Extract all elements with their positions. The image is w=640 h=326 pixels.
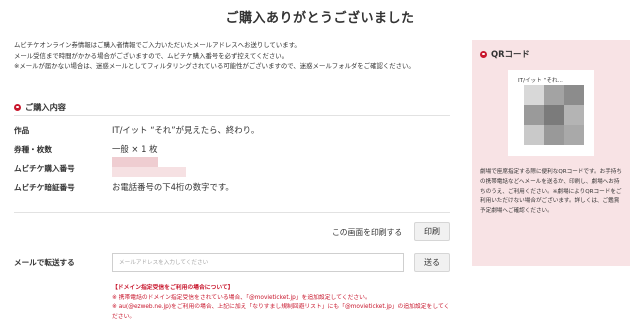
print-button[interactable]: 印刷 — [414, 222, 450, 241]
qr-card: IT/イット “それ... — [508, 70, 594, 156]
qr-code-image — [524, 85, 584, 145]
qr-cell — [564, 125, 584, 145]
print-label: この画面を印刷する — [332, 228, 403, 237]
qr-cell — [544, 105, 564, 125]
page-title: ご購入ありがとうございました — [225, 11, 415, 26]
circle-bullet-icon — [14, 103, 21, 111]
detail-label: ムビチケ購入番号 — [14, 164, 75, 173]
pin-hint: お電話番号の下4桁の数字です。 — [112, 182, 234, 192]
send-button[interactable]: 送る — [414, 253, 450, 272]
qr-cell — [524, 85, 544, 105]
purchase-details-heading: ご購入内容 — [14, 101, 66, 113]
detail-label: 作品 — [14, 126, 30, 135]
notice-title: 【ドメイン指定受信をご利用の場合について】 — [112, 285, 234, 291]
ticket-type-count: 一般 × 1 枚 — [112, 144, 158, 154]
detail-label: ムビチケ暗証番号 — [14, 183, 75, 192]
purchase-number-redacted — [112, 167, 186, 177]
qr-cell — [524, 125, 544, 145]
qr-title: QRコード — [491, 49, 530, 59]
divider — [14, 212, 450, 213]
qr-cell — [544, 125, 564, 145]
purchase-number-redacted — [112, 157, 158, 167]
notice-line: ※ au(@ezweb.ne.jp)をご利用の場合、上記に加え「なりすまし規制回… — [112, 304, 450, 320]
mail-forward-label: メールで転送する — [14, 258, 75, 267]
qr-heading: QRコード — [480, 48, 530, 60]
intro-line: メール受信まで時間がかかる場合がございますので、ムビチケ購入番号を必ず控えてくだ… — [14, 51, 289, 60]
divider — [14, 115, 450, 116]
qr-cell — [524, 105, 544, 125]
qr-description: 劇場で座席指定する際に便利なQRコードです。お手持ちの携帯電話などへメールを送る… — [480, 169, 622, 215]
movie-title: IT/イット “それ”が見えたら、終わり。 — [112, 125, 260, 135]
detail-label: 券種・枚数 — [14, 145, 52, 154]
qr-panel: QRコード IT/イット “それ... 劇場で座席指定する際に便利なQRコードで… — [472, 40, 630, 266]
qr-caption: IT/イット “それ... — [518, 78, 563, 84]
email-field[interactable] — [112, 253, 404, 272]
notice-line: ※ 携帯電話のドメイン指定受信をされている場合、「@movieticket.jp… — [112, 294, 371, 301]
qr-cell — [564, 85, 584, 105]
intro-text: ムビチケオンライン券情報はご購入者情報でご入力いただいたメールアドレスへお送りし… — [14, 40, 454, 72]
qr-cell — [564, 105, 584, 125]
section-title: ご購入内容 — [25, 102, 66, 112]
domain-notice: 【ドメイン指定受信をご利用の場合について】 ※ 携帯電話のドメイン指定受信をされ… — [112, 284, 450, 322]
circle-bullet-icon — [480, 50, 487, 58]
intro-line: ムビチケオンライン券情報はご購入者情報でご入力いただいたメールアドレスへお送りし… — [14, 41, 301, 49]
qr-cell — [544, 85, 564, 105]
intro-line: ※メールが届かない場合は、迷惑メールとしてフィルタリングされている可能性がござい… — [14, 62, 415, 70]
